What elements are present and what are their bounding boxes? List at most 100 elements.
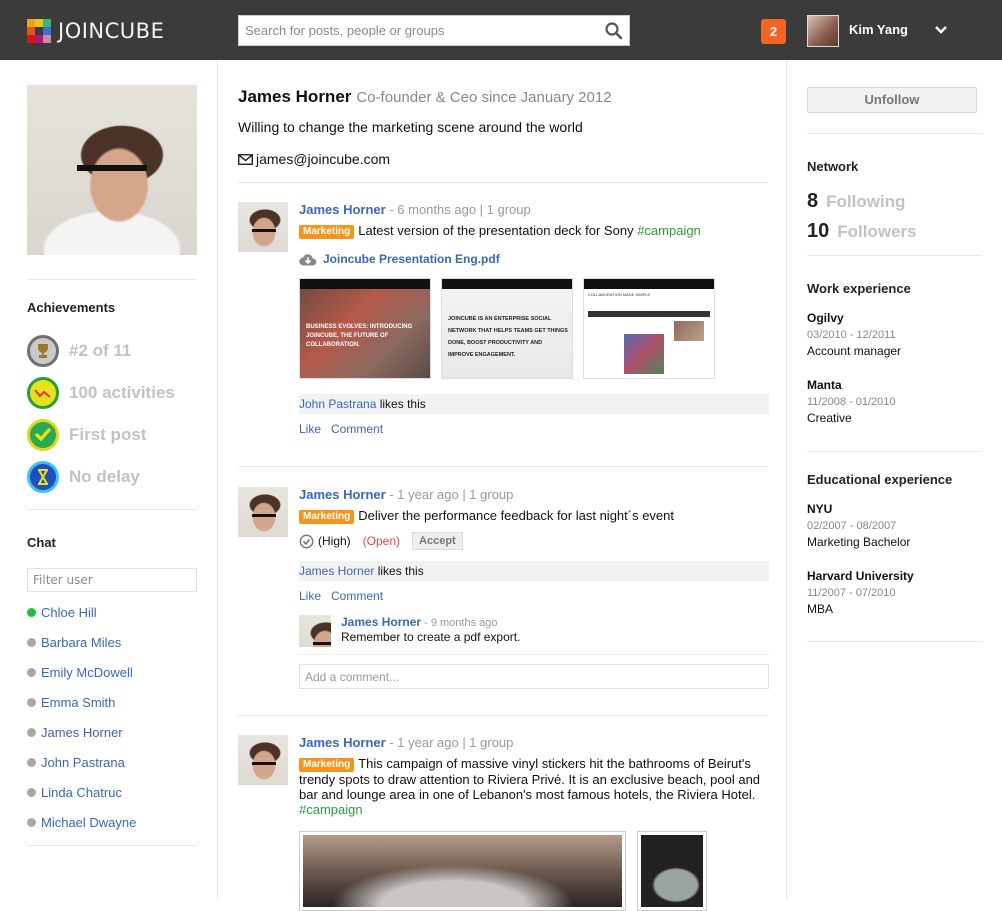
- post-content: This campaign of massive vinyl stickers …: [299, 756, 761, 802]
- logo-text: JOINCUBE: [58, 19, 165, 43]
- chat-user[interactable]: John Pastrana: [27, 747, 136, 777]
- chat-user[interactable]: Chloe Hill: [27, 597, 136, 627]
- achievement-item: #2 of 11: [27, 330, 175, 372]
- offline-status-icon: [27, 697, 36, 707]
- task-status: (High) (Open) Accept: [299, 532, 769, 550]
- chat-user-name[interactable]: Chloe Hill: [41, 605, 97, 620]
- profile-role: Co-founder & Ceo since January 2012: [356, 89, 612, 106]
- user-avatar[interactable]: [807, 15, 839, 47]
- work-role: Account manager: [807, 344, 902, 358]
- accept-button[interactable]: Accept: [412, 532, 463, 550]
- chat-user[interactable]: Barbara Miles: [27, 627, 136, 657]
- post-author-link[interactable]: James Horner: [299, 487, 386, 502]
- post-author-link[interactable]: James Horner: [299, 202, 386, 217]
- comment: James Horner - 9 months ago Remember to …: [299, 615, 769, 655]
- attachment-link[interactable]: Joincube Presentation Eng.pdf: [323, 252, 500, 266]
- comment-author-avatar[interactable]: [299, 615, 331, 647]
- following-label: Following: [826, 192, 906, 211]
- email-link[interactable]: james@joincube.com: [256, 151, 390, 167]
- post-text: Marketing Deliver the performance feedbac…: [299, 508, 769, 524]
- thumbnail-caption: JOINCUBE IS AN ENTERPRISE SOCIAL NETWORK…: [448, 316, 568, 358]
- work-org: Ogilvy: [807, 311, 844, 325]
- post-image[interactable]: [637, 831, 707, 911]
- divider: [807, 255, 982, 256]
- divider: [807, 133, 982, 134]
- divider: [807, 641, 982, 642]
- logo-cube-cell: [43, 35, 51, 43]
- offline-status-icon: [27, 787, 36, 797]
- post-images: [299, 831, 769, 911]
- achievement-item: 100 activities: [27, 372, 175, 414]
- achievement-label: No delay: [69, 467, 140, 486]
- like-button[interactable]: Like: [299, 589, 321, 603]
- achievement-label: First post: [69, 425, 147, 444]
- education-dates: 02/2007 - 08/2007: [807, 520, 897, 532]
- comment-author-link[interactable]: James Horner: [341, 615, 421, 629]
- liker-link[interactable]: James Horner: [299, 564, 374, 578]
- post-author-avatar[interactable]: [238, 202, 288, 252]
- logo-cube-cell: [43, 27, 51, 35]
- offline-status-icon: [27, 667, 36, 677]
- profile-header: James Horner Co-founder & Ceo since Janua…: [238, 87, 612, 107]
- chat-user-name[interactable]: John Pastrana: [41, 755, 125, 770]
- work-dates: 03/2010 - 12/2011: [807, 329, 896, 341]
- logo-cube-cell: [35, 19, 43, 27]
- education-degree: MBA: [807, 602, 834, 616]
- tag-badge[interactable]: Marketing: [299, 510, 355, 524]
- thumbnail[interactable]: COLLABORATION MADE SIMPLE: [583, 278, 715, 379]
- logo-cube-icon: [27, 19, 51, 43]
- chat-user-name[interactable]: Barbara Miles: [41, 635, 121, 650]
- thumbnail[interactable]: JOINCUBE IS AN ENTERPRISE SOCIAL NETWORK…: [441, 278, 573, 379]
- tag-badge[interactable]: Marketing: [299, 758, 355, 772]
- achievement-label: #2 of 11: [69, 341, 132, 360]
- chat-user[interactable]: Emma Smith: [27, 687, 136, 717]
- post-author-link[interactable]: James Horner: [299, 735, 386, 750]
- post-author-avatar[interactable]: [238, 735, 288, 785]
- chevron-down-icon[interactable]: [933, 22, 949, 38]
- post-text: Marketing Latest version of the presentat…: [299, 223, 769, 239]
- filter-user-input[interactable]: [28, 569, 196, 591]
- profile-bio: Willing to change the marketing scene ar…: [238, 119, 583, 135]
- like-button[interactable]: Like: [299, 422, 321, 436]
- following-link[interactable]: 8 Following: [807, 190, 905, 213]
- comment-button[interactable]: Comment: [331, 589, 383, 603]
- chat-user[interactable]: James Horner: [27, 717, 136, 747]
- tag-badge[interactable]: Marketing: [299, 225, 355, 239]
- check-circle-icon[interactable]: [299, 534, 314, 549]
- unfollow-button[interactable]: Unfollow: [807, 87, 977, 113]
- chat-user[interactable]: Michael Dwayne: [27, 807, 136, 837]
- post-meta: James Horner - 6 months ago | 1 group: [299, 202, 769, 217]
- online-status-icon: [27, 607, 36, 617]
- search-input[interactable]: [239, 16, 599, 45]
- chat-user-name[interactable]: Emily McDowell: [41, 665, 133, 680]
- comment-button[interactable]: Comment: [331, 422, 383, 436]
- likes-bar: John Pastrana likes this: [299, 394, 769, 414]
- work-role: Creative: [807, 411, 852, 425]
- logo-cube-cell: [43, 19, 51, 27]
- profile-name: James Horner: [238, 87, 352, 106]
- chat-user-name[interactable]: James Horner: [41, 725, 123, 740]
- education-org: Harvard University: [807, 569, 914, 583]
- post-image[interactable]: [299, 831, 626, 911]
- thumbnail[interactable]: BUSINESS EVOLVES: INTRODUCING JOINCUBE, …: [299, 278, 431, 379]
- chat-user[interactable]: Linda Chatruc: [27, 777, 136, 807]
- logo[interactable]: JOINCUBE: [27, 19, 164, 43]
- search-icon[interactable]: [604, 21, 624, 41]
- add-comment-input[interactable]: [300, 665, 768, 688]
- chat-user-name[interactable]: Linda Chatruc: [41, 785, 122, 800]
- user-name[interactable]: Kim Yang: [849, 22, 908, 37]
- followers-link[interactable]: 10 Followers: [807, 220, 917, 243]
- top-bar: JOINCUBE 2 Kim Yang: [0, 0, 1002, 60]
- hashtag-link[interactable]: #campaign: [299, 802, 363, 817]
- divider: [27, 845, 197, 846]
- notification-badge[interactable]: 2: [761, 19, 786, 44]
- attachment[interactable]: Joincube Presentation Eng.pdf: [299, 252, 769, 266]
- chat-user[interactable]: Emily McDowell: [27, 657, 136, 687]
- chat-user-name[interactable]: Michael Dwayne: [41, 815, 136, 830]
- chat-user-name[interactable]: Emma Smith: [41, 695, 115, 710]
- offline-status-icon: [27, 817, 36, 827]
- post-author-avatar[interactable]: [238, 487, 288, 537]
- liker-link[interactable]: John Pastrana: [299, 397, 376, 411]
- post-content: Latest version of the presentation deck …: [358, 223, 638, 238]
- hashtag-link[interactable]: #campaign: [637, 223, 701, 238]
